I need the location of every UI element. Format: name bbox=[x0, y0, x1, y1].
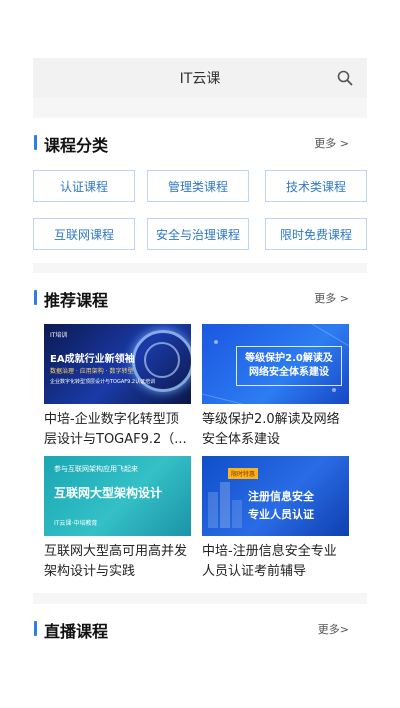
recommended-more-link[interactable]: 更多 > bbox=[314, 290, 349, 306]
section-title: 直播课程 bbox=[44, 622, 109, 641]
section-title: 推荐课程 bbox=[44, 291, 109, 310]
course-thumbnail: IT培训 EA成就行业新领袖 数据治理 · 应用架构 · 数字转型 企业数字化转… bbox=[44, 324, 191, 404]
course-title: 中培-注册信息安全专业人员认证考前辅导 bbox=[202, 544, 337, 579]
course-card[interactable]: 限时特惠 注册信息安全 专业人员认证 中培-注册信息安全专业人员认证考前辅导 bbox=[202, 456, 349, 582]
category-section: 课程分类 更多 > 认证课程 管理类课程 技术类课程 互联网课程 安全与治理课程… bbox=[33, 118, 367, 263]
course-title: 等级保护2.0解读及网络安全体系建设 bbox=[202, 412, 340, 447]
category-button[interactable]: 限时免费课程 bbox=[265, 218, 367, 250]
thumbnail-line: 专业人员认证 bbox=[248, 508, 314, 521]
category-button[interactable]: 技术类课程 bbox=[265, 170, 367, 202]
thumbnail-subtext: 数据治理 · 应用架构 · 数字转型 bbox=[50, 368, 134, 375]
recommended-section: 推荐课程 更多 > IT培训 EA成就行业新领袖 数据治理 · 应用架构 · 数… bbox=[33, 273, 367, 593]
course-thumbnail: 参与互联网架构应用飞起来 互联网大型架构设计 IT云课·中培教育 bbox=[44, 456, 191, 536]
category-button[interactable]: 管理类课程 bbox=[147, 170, 249, 202]
app-title: IT云课 bbox=[179, 71, 221, 87]
category-button[interactable]: 互联网课程 bbox=[33, 218, 135, 250]
section-accent-bar bbox=[34, 290, 37, 305]
thumbnail-subtext: 企业数字化转型顶层设计与TOGAF9.2认证培训 bbox=[50, 379, 156, 385]
thumbnail-decoration bbox=[144, 342, 180, 378]
live-header: 直播课程 更多> bbox=[33, 614, 367, 644]
course-card[interactable]: 等级保护2.0解读及 网络安全体系建设 等级保护2.0解读及网络安全体系建设 bbox=[202, 324, 349, 450]
course-thumbnail: 等级保护2.0解读及 网络安全体系建设 bbox=[202, 324, 349, 404]
course-card[interactable]: 参与互联网架构应用飞起来 互联网大型架构设计 IT云课·中培教育 互联网大型高可… bbox=[44, 456, 191, 582]
thumbnail-line: 网络安全体系建设 bbox=[249, 367, 329, 378]
thumbnail-tag: IT培训 bbox=[50, 332, 68, 339]
thumbnail-brand: IT云课·中培教育 bbox=[54, 520, 98, 527]
category-more-link[interactable]: 更多 > bbox=[314, 135, 349, 151]
live-section: 直播课程 更多> bbox=[33, 604, 367, 650]
thumbnail-title-box: 等级保护2.0解读及 网络安全体系建设 bbox=[236, 346, 342, 386]
category-button[interactable]: 安全与治理课程 bbox=[147, 218, 249, 250]
search-icon[interactable] bbox=[337, 70, 353, 86]
course-card[interactable]: IT培训 EA成就行业新领袖 数据治理 · 应用架构 · 数字转型 企业数字化转… bbox=[44, 324, 191, 450]
thumbnail-subtext: 参与互联网架构应用飞起来 bbox=[54, 465, 138, 473]
thumbnail-tag: 限时特惠 bbox=[228, 468, 259, 479]
course-thumbnail: 限时特惠 注册信息安全 专业人员认证 bbox=[202, 456, 349, 536]
recommended-header: 推荐课程 更多 > bbox=[33, 283, 367, 313]
thumbnail-line: 等级保护2.0解读及 bbox=[245, 353, 333, 364]
thumbnail-line: 注册信息安全 bbox=[248, 490, 314, 503]
section-title: 课程分类 bbox=[44, 136, 109, 155]
course-title: 中培-企业数字化转型顶层设计与TOGAF9.2（... bbox=[44, 412, 187, 447]
thumbnail-headline: EA成就行业新领袖 bbox=[50, 354, 135, 365]
category-button[interactable]: 认证课程 bbox=[33, 170, 135, 202]
thumbnail-headline: 互联网大型架构设计 bbox=[54, 486, 163, 500]
top-bar: IT云课 bbox=[33, 58, 367, 98]
live-more-link[interactable]: 更多> bbox=[318, 621, 349, 637]
section-accent-bar bbox=[34, 621, 37, 636]
course-title: 互联网大型高可用高并发架构设计与实践 bbox=[44, 544, 188, 579]
section-accent-bar bbox=[34, 135, 37, 150]
category-header: 课程分类 更多 > bbox=[33, 128, 367, 158]
